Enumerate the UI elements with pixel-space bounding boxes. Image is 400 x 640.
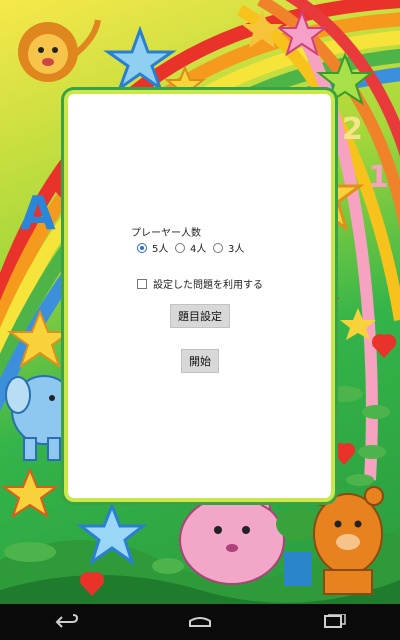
- letter-a-decoration: A: [20, 186, 56, 240]
- radio-option-3[interactable]: 3人: [213, 240, 244, 255]
- radio-4-label: 4人: [190, 244, 207, 255]
- radio-option-5[interactable]: 5人: [137, 240, 168, 255]
- recent-apps-button[interactable]: [303, 604, 363, 640]
- player-count-label: プレーヤー人数: [131, 228, 201, 239]
- use-saved-questions-checkbox-row[interactable]: 設定した問題を利用する: [137, 276, 263, 291]
- home-icon: [188, 617, 211, 627]
- recent-apps-icon: [324, 614, 347, 628]
- home-button[interactable]: [170, 604, 230, 640]
- back-icon: [55, 614, 78, 628]
- system-navigation-bar: [0, 604, 400, 640]
- lion-illustration: [18, 19, 101, 82]
- background-frame: A 2 1 プレーヤー人数 5人 4人 3人 設定した問題を利用する 題目設定 …: [0, 0, 400, 604]
- radio-5-label: 5人: [152, 244, 169, 255]
- use-saved-questions-label: 設定した問題を利用する: [153, 280, 263, 291]
- white-content-panel: [68, 94, 331, 498]
- radio-3-label: 3人: [228, 244, 245, 255]
- bear-illustration: [312, 486, 384, 595]
- number-2-decoration: 2: [342, 112, 363, 147]
- radio-5-selected[interactable]: [137, 242, 147, 253]
- number-1-decoration: 1: [368, 160, 389, 195]
- use-saved-questions-checkbox[interactable]: [137, 278, 147, 289]
- back-button[interactable]: [37, 604, 97, 640]
- radio-option-4[interactable]: 4人: [175, 240, 206, 255]
- radio-4[interactable]: [175, 242, 185, 253]
- set-questions-button[interactable]: 題目設定: [170, 304, 230, 328]
- elephant-illustration: [5, 375, 81, 461]
- radio-3[interactable]: [213, 242, 223, 253]
- start-button[interactable]: 開始: [181, 349, 219, 373]
